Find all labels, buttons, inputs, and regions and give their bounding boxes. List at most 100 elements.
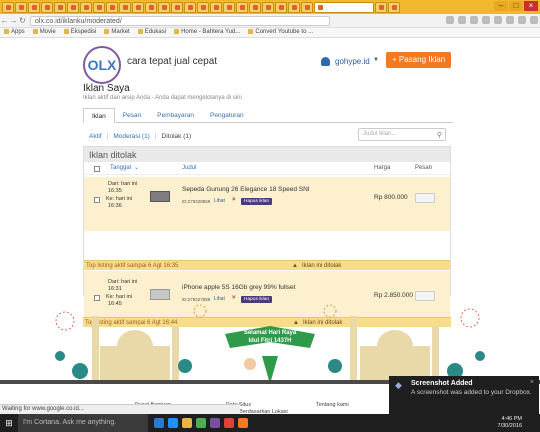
maximize-icon[interactable]: □ [509, 1, 523, 11]
extension-icon[interactable] [446, 16, 454, 24]
browser-tab[interactable] [262, 1, 274, 13]
table-header: Tanggal ⌄ Judul Harga Pesan [84, 163, 450, 175]
subtab-ditolak[interactable]: Ditolak (1) [162, 133, 192, 140]
taskbar: ⊞ I'm Cortana. Ask me anything. 4:46 PM … [0, 414, 540, 432]
ad-id: ID:279228559 [182, 199, 211, 204]
browser-tab[interactable] [197, 1, 209, 13]
menu-icon[interactable] [530, 16, 538, 24]
close-icon[interactable]: × [530, 379, 534, 386]
message-icon[interactable] [415, 193, 435, 203]
bookmark-bahtera[interactable]: Home - Bahtera Yud... [174, 29, 240, 36]
row-checkbox[interactable] [94, 197, 100, 203]
column-pesan: Pesan [415, 165, 433, 171]
bookmark-edukasi[interactable]: Edukasi [138, 29, 166, 36]
view-link[interactable]: Lihat [214, 198, 225, 204]
store-icon[interactable] [196, 418, 206, 428]
bookmark-ekspedisi[interactable]: Ekspedisi [64, 29, 97, 36]
bookmark-apps[interactable]: Apps [4, 29, 25, 36]
browser-tab[interactable] [184, 1, 196, 13]
browser-tab[interactable] [41, 1, 53, 13]
browser-tab[interactable] [145, 1, 157, 13]
tab-pesan[interactable]: Pesan [115, 108, 149, 123]
tab-iklan[interactable]: Iklan [83, 108, 115, 123]
app-icon[interactable] [210, 418, 220, 428]
forward-icon[interactable]: → [9, 16, 18, 25]
browser-tab[interactable] [15, 1, 27, 13]
browser-tab[interactable] [275, 1, 287, 13]
ad-title[interactable]: iPhone apple 5S 16Gb grey 99% fullset [182, 284, 295, 291]
browser-tab[interactable] [119, 1, 131, 13]
extension-icon[interactable] [518, 16, 526, 24]
address-bar: ← → ↻ olx.co.id/iklanku/moderated/ [0, 14, 540, 28]
chevron-down-icon[interactable]: ▼ [373, 57, 379, 63]
username-link[interactable]: gohype.id [335, 57, 370, 66]
cortana-search[interactable]: I'm Cortana. Ask me anything. [18, 414, 148, 432]
windows-start-icon[interactable]: ⊞ [0, 414, 18, 432]
bookmark-market[interactable]: Market [104, 29, 129, 36]
notification-title: Screenshot Added [411, 380, 473, 387]
browser-tab[interactable] [223, 1, 235, 13]
task-view-icon[interactable] [154, 418, 164, 428]
ad-title[interactable]: Sepeda Gunung 26 Elegance 18 Speed SNI [182, 186, 310, 193]
browser-tab[interactable] [93, 1, 105, 13]
tab-pembayaran[interactable]: Pembayaran [149, 108, 202, 123]
browser-tab[interactable] [106, 1, 118, 13]
browser-tab-strip: – □ × [0, 0, 540, 14]
app-icon[interactable] [238, 418, 248, 428]
browser-tab[interactable] [375, 1, 387, 13]
bookmark-convert[interactable]: Convert Youtube to ... [248, 29, 313, 36]
browser-tab[interactable] [171, 1, 183, 13]
browser-tab[interactable] [301, 1, 313, 13]
clock[interactable]: 4:46 PM 7/30/2016 [498, 416, 522, 430]
browser-tab[interactable] [158, 1, 170, 13]
footer-about[interactable]: Tentang kami [316, 402, 349, 408]
browser-tab[interactable] [288, 1, 300, 13]
subtab-aktif[interactable]: Aktif [89, 133, 102, 140]
dropbox-notification[interactable]: ◆ Screenshot Added A screenshot was adde… [389, 376, 539, 414]
close-icon[interactable]: × [232, 197, 236, 203]
page: OLX cara tepat jual cepat gohype.id ▼ + … [0, 38, 540, 400]
extension-icon[interactable] [458, 16, 466, 24]
file-explorer-icon[interactable] [182, 418, 192, 428]
olx-logo[interactable]: OLX [83, 46, 121, 84]
divider: | [106, 132, 109, 140]
browser-tab[interactable] [28, 1, 40, 13]
from-time: 16:35 [108, 188, 122, 194]
extension-icon[interactable] [470, 16, 478, 24]
ad-thumbnail[interactable] [150, 191, 170, 202]
extension-icon[interactable] [506, 16, 514, 24]
select-all-checkbox[interactable] [94, 166, 100, 172]
extension-icon[interactable] [482, 16, 490, 24]
browser-tab[interactable] [132, 1, 144, 13]
edge-icon[interactable] [168, 418, 178, 428]
main-tabs: Iklan Pesan Pembayaran Pengaturan [83, 108, 453, 123]
browser-tab[interactable] [67, 1, 79, 13]
chevron-down-icon[interactable]: ⌄ [134, 164, 139, 171]
column-tanggal[interactable]: Tanggal [110, 165, 131, 171]
browser-tab[interactable] [80, 1, 92, 13]
delete-ad-button[interactable]: Hapus iklan [241, 198, 273, 205]
reload-icon[interactable]: ↻ [18, 16, 27, 25]
browser-tab[interactable] [2, 1, 14, 13]
column-judul: Judul [182, 165, 197, 171]
browser-tab[interactable] [54, 1, 66, 13]
chrome-icon[interactable] [224, 418, 234, 428]
browser-tab[interactable] [236, 1, 248, 13]
listing-status-bar: Top listing aktif sampai 6 Agt 16:35 ▲ I… [84, 260, 450, 270]
subtab-moderasi[interactable]: Moderasi (1) [113, 133, 149, 140]
browser-tab[interactable] [388, 1, 400, 13]
bookmark-movie[interactable]: Movie [33, 29, 56, 36]
minimize-icon[interactable]: – [494, 1, 508, 11]
browser-tab[interactable] [210, 1, 222, 13]
back-icon[interactable]: ← [0, 16, 9, 25]
url-input[interactable]: olx.co.id/iklanku/moderated/ [30, 15, 330, 26]
search-icon[interactable]: ⚲ [437, 130, 442, 141]
extension-icon[interactable] [494, 16, 502, 24]
post-ad-button[interactable]: + Pasang Iklan [386, 52, 451, 68]
search-input[interactable]: Judul iklan... ⚲ [358, 128, 446, 141]
browser-tab[interactable] [249, 1, 261, 13]
close-icon[interactable]: × [524, 1, 538, 11]
tab-pengaturan[interactable]: Pengaturan [202, 108, 252, 123]
browser-tab-active[interactable] [314, 1, 374, 13]
bookmarks-bar: Apps Movie Ekspedisi Market Edukasi Home… [0, 28, 540, 38]
